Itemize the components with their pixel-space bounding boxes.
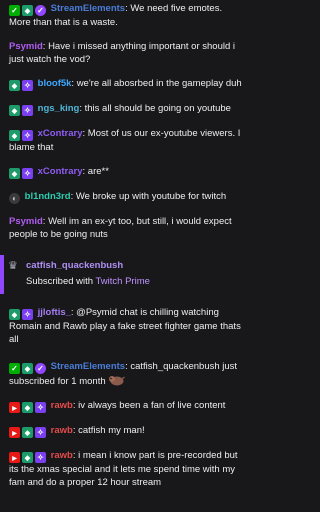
- chat-username[interactable]: jjloftis_: [38, 307, 71, 318]
- chat-message: Psymid: Well im an ex-yt too, but still,…: [0, 213, 248, 243]
- hype-badge-icon[interactable]: [9, 80, 20, 91]
- chat-message: Psymid: Have i missed anything important…: [0, 38, 248, 68]
- chat-text: : catfish my man!: [72, 425, 145, 436]
- chat-username[interactable]: bloof5k: [38, 78, 72, 89]
- subscriber-badge-icon[interactable]: [35, 402, 46, 413]
- chat-panel: StreamElements: We need five emotes. Mor…: [0, 0, 248, 512]
- hype-badge-icon[interactable]: [22, 363, 33, 374]
- twitch-prime-link[interactable]: Twitch Prime: [96, 276, 150, 287]
- chat-message: rawb: iv always been a fan of live conte…: [0, 397, 248, 415]
- subscriber-badge-icon[interactable]: [22, 130, 33, 141]
- chat-message: jjloftis_: @Psymid chat is chilling watc…: [0, 304, 248, 348]
- chat-message: xContrary: are**: [0, 163, 248, 181]
- hype-badge-icon[interactable]: [22, 452, 33, 463]
- hype-badge-icon[interactable]: [22, 402, 33, 413]
- chat-text: : Well im an ex-yt too, but still, i wou…: [9, 216, 232, 240]
- moderator-badge-icon[interactable]: [9, 363, 20, 374]
- chat-message: rawb: catfish my man!: [0, 422, 248, 440]
- hype-badge-icon[interactable]: [9, 168, 20, 179]
- moderator-badge-icon[interactable]: [9, 5, 20, 16]
- verified-badge-icon[interactable]: [35, 5, 46, 16]
- chat-username[interactable]: rawb: [51, 425, 73, 436]
- chat-text: : we're all abosrbed in the gameplay duh: [71, 78, 242, 89]
- hype-badge-icon[interactable]: [9, 130, 20, 141]
- sub-username[interactable]: catfish_quackenbush: [26, 259, 123, 272]
- sub-message: Subscribed with Twitch Prime: [8, 275, 242, 288]
- broadcaster-badge-icon[interactable]: [9, 427, 20, 438]
- chat-username[interactable]: Psymid: [9, 216, 43, 227]
- subscriber-badge-icon[interactable]: [35, 427, 46, 438]
- chat-text: : this all should be going on youtube: [79, 103, 231, 114]
- chat-text: : Have i missed anything important or sh…: [9, 41, 236, 65]
- chat-username[interactable]: bl1ndn3rd: [25, 191, 71, 202]
- hype-badge-icon[interactable]: [9, 105, 20, 116]
- ninja-badge-icon[interactable]: [9, 193, 20, 204]
- chat-message: ngs_king: this all should be going on yo…: [0, 100, 248, 118]
- chat-username[interactable]: StreamElements: [51, 3, 125, 14]
- broadcaster-badge-icon[interactable]: [9, 452, 20, 463]
- chat-username[interactable]: xContrary: [38, 166, 83, 177]
- chat-username[interactable]: Psymid: [9, 41, 43, 52]
- chat-text: : are**: [82, 166, 109, 177]
- crown-icon: ♛: [8, 259, 18, 272]
- chat-message: rawb: i mean i know part is pre-recorded…: [0, 447, 248, 491]
- chat-message: xContrary: Most of us our ex-youtube vie…: [0, 125, 248, 156]
- chat-message: bl1ndn3rd: We broke up with youtube for …: [0, 188, 248, 206]
- chat-username[interactable]: StreamElements: [51, 361, 125, 372]
- chat-text: : We broke up with youtube for twitch: [70, 191, 227, 202]
- hype-badge-icon[interactable]: [22, 5, 33, 16]
- hype-badge-icon[interactable]: [9, 309, 20, 320]
- hype-badge-icon[interactable]: [22, 427, 33, 438]
- subscriber-badge-icon[interactable]: [22, 80, 33, 91]
- chat-text: : iv always been a fan of live content: [72, 400, 226, 411]
- subscriber-badge-icon[interactable]: [22, 309, 33, 320]
- subscriber-badge-icon[interactable]: [22, 168, 33, 179]
- subscription-notice: ♛ catfish_quackenbush Subscribed with Tw…: [0, 255, 248, 294]
- subscriber-badge-icon[interactable]: [22, 105, 33, 116]
- sub-prefix-text: Subscribed with: [26, 276, 96, 287]
- emote-icon: [108, 376, 125, 386]
- chat-message: StreamElements: We need five emotes. Mor…: [0, 0, 248, 31]
- broadcaster-badge-icon[interactable]: [9, 402, 20, 413]
- verified-badge-icon[interactable]: [35, 363, 46, 374]
- chat-message: StreamElements: catfish_quackenbush just…: [0, 358, 248, 390]
- chat-username[interactable]: xContrary: [38, 128, 83, 139]
- chat-username[interactable]: rawb: [51, 400, 73, 411]
- chat-username[interactable]: rawb: [51, 450, 73, 461]
- subscriber-badge-icon[interactable]: [35, 452, 46, 463]
- chat-username[interactable]: ngs_king: [38, 103, 80, 114]
- chat-message: bloof5k: we're all abosrbed in the gamep…: [0, 75, 248, 93]
